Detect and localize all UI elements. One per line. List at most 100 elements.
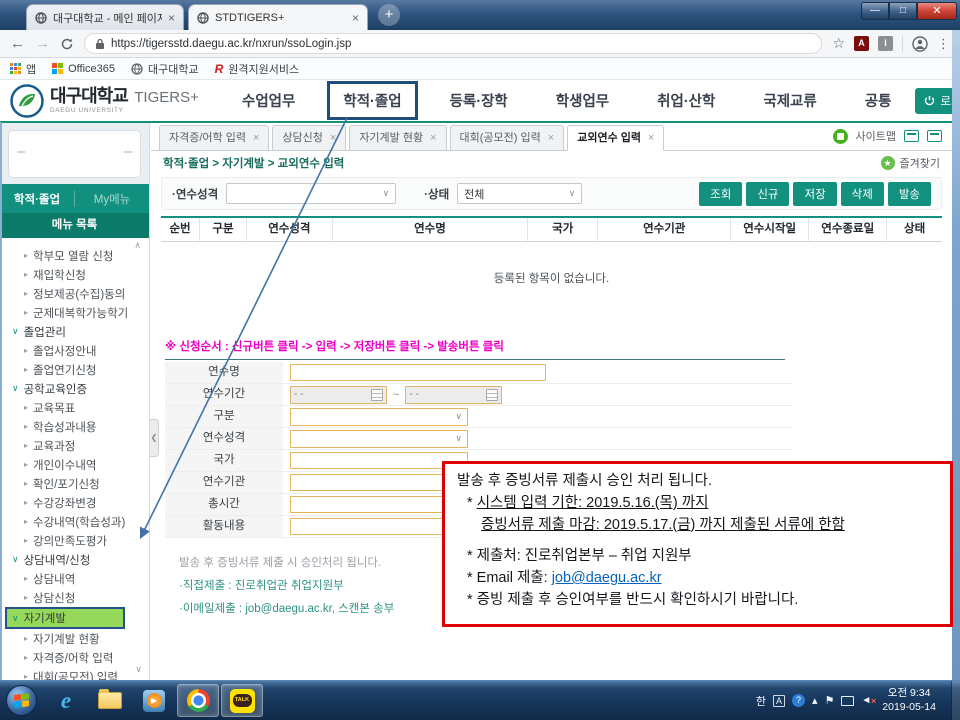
minimize-button[interactable]: — bbox=[861, 2, 889, 20]
category-select[interactable]: ∨ bbox=[290, 408, 468, 426]
close-icon[interactable]: × bbox=[330, 127, 336, 150]
nav-item[interactable]: 취업·산학 bbox=[633, 84, 739, 117]
close-icon[interactable]: × bbox=[253, 127, 259, 150]
sitemap-icon[interactable] bbox=[833, 129, 848, 144]
taskbar-ie-button[interactable]: e bbox=[45, 684, 87, 717]
sidebar-tab-mymenu[interactable]: My메뉴 bbox=[74, 191, 149, 207]
start-date-input[interactable] bbox=[290, 386, 387, 404]
nav-item[interactable]: 수업업무 bbox=[218, 84, 319, 117]
mdi-tab[interactable]: 상담신청 × bbox=[272, 125, 346, 150]
sidebar-menu-item[interactable]: ∨ ▸ 수강강좌변경 bbox=[0, 493, 149, 512]
pdf-extension-icon[interactable]: A bbox=[854, 36, 869, 51]
start-date-value[interactable] bbox=[294, 389, 354, 400]
action-center-flag-icon[interactable]: ⚑ bbox=[825, 694, 835, 707]
action-button[interactable]: 저장 bbox=[793, 182, 836, 206]
ime-lang-indicator[interactable]: A bbox=[773, 695, 785, 707]
nature-form-select[interactable]: ∨ bbox=[290, 430, 468, 448]
action-button[interactable]: 조회 bbox=[699, 182, 742, 206]
window-close-all-icon[interactable] bbox=[927, 130, 942, 142]
sidebar-menu-item[interactable]: ∨ ▸ 상담내역 bbox=[0, 569, 149, 588]
network-icon[interactable] bbox=[841, 696, 854, 706]
browser-tab-daegu-main[interactable]: 대구대학교 - 메인 페이지 × bbox=[26, 4, 184, 30]
close-window-button[interactable]: ✕ bbox=[917, 2, 957, 20]
sidebar-menu-item[interactable]: ∨ ▸ 군제대복학가능학기 bbox=[0, 303, 149, 322]
nav-item[interactable]: 학적·졸업 bbox=[327, 81, 417, 120]
nav-item[interactable]: 국제교류 bbox=[739, 84, 840, 117]
sidebar-menu-item[interactable]: ∨ ▸ 상담내역/신청 bbox=[0, 550, 149, 569]
extension-icon[interactable]: I bbox=[878, 36, 893, 51]
sidebar-menu-item[interactable]: ∨ ▸ 재입학신청 bbox=[0, 265, 149, 284]
sidebar-menu-item[interactable]: ∨ ▸ 졸업관리 bbox=[0, 322, 149, 341]
sitemap-label[interactable]: 사이트맵 bbox=[856, 128, 896, 144]
collapse-up-icon[interactable]: ∧ bbox=[134, 240, 141, 251]
close-icon[interactable]: × bbox=[430, 127, 436, 150]
taskbar-kakaotalk-button[interactable]: TALK bbox=[221, 684, 263, 717]
back-icon[interactable]: ← bbox=[10, 36, 25, 51]
calendar-icon[interactable] bbox=[486, 389, 498, 401]
bookmark-remote-support[interactable]: R 원격지원서비스 bbox=[215, 61, 300, 77]
sidebar-collapse-handle[interactable]: ❮ bbox=[150, 419, 159, 457]
status-select[interactable]: 전체 ∨ bbox=[457, 183, 582, 204]
browser-tab-stdtigers[interactable]: STDTIGERS+ × bbox=[188, 4, 368, 30]
close-icon[interactable]: × bbox=[168, 12, 175, 24]
taskbar-media-button[interactable]: ▶ bbox=[133, 684, 175, 717]
sidebar-menu-item[interactable]: ∨ ▸ 수강내역(학습성과) bbox=[0, 512, 149, 531]
sidebar-menu-item[interactable]: ∨ ▸ 공학교육인증 bbox=[0, 379, 149, 398]
sidebar-menu-item[interactable]: ∨ ▸ 교육목표 bbox=[0, 398, 149, 417]
window-expand-icon[interactable] bbox=[904, 130, 919, 142]
end-date-value[interactable] bbox=[409, 389, 469, 400]
sidebar-menu-item[interactable]: ∨ ▸ 상담신청 bbox=[0, 588, 149, 607]
favorite-button[interactable]: ★ 즐겨찾기 bbox=[881, 155, 940, 171]
nav-item[interactable]: 공통 bbox=[841, 84, 916, 117]
email-link[interactable]: job@daegu.ac.kr bbox=[552, 570, 662, 586]
action-button[interactable]: 발송 bbox=[888, 182, 931, 206]
action-button[interactable]: 신규 bbox=[746, 182, 789, 206]
taskbar-explorer-button[interactable] bbox=[89, 684, 131, 717]
sidebar-menu-item[interactable]: ∨ ▸ 확인/포기신청 bbox=[0, 474, 149, 493]
nav-item[interactable]: 등록·장학 bbox=[426, 84, 532, 117]
sidebar-menu-item[interactable]: ∨ ▸ 개인이수내역 bbox=[0, 455, 149, 474]
address-bar[interactable]: https://tigersstd.daegu.ac.kr/nxrun/ssoL… bbox=[84, 33, 822, 54]
action-button[interactable]: 삭제 bbox=[841, 182, 884, 206]
mdi-tab[interactable]: 교외연수 입력 × bbox=[567, 125, 664, 151]
forward-icon[interactable]: → bbox=[35, 36, 50, 51]
show-desktop-button[interactable] bbox=[951, 681, 960, 720]
nav-item[interactable]: 학생업무 bbox=[532, 84, 633, 117]
calendar-icon[interactable] bbox=[371, 389, 383, 401]
close-icon[interactable]: × bbox=[648, 127, 654, 150]
sidebar-menu-item[interactable]: ∨ ▸ 자기계발 bbox=[7, 609, 123, 627]
mdi-tab[interactable]: 자기계발 현황 × bbox=[349, 125, 446, 150]
close-icon[interactable]: × bbox=[548, 127, 554, 150]
end-date-input[interactable] bbox=[405, 386, 502, 404]
close-icon[interactable]: × bbox=[352, 12, 359, 24]
sidebar-menu-item[interactable]: ∨ ▸ 학부모 열람 신청 bbox=[0, 246, 149, 265]
start-button[interactable] bbox=[6, 685, 37, 716]
bookmark-apps[interactable]: 앱 bbox=[10, 61, 36, 77]
sidebar-menu-item[interactable]: ∨ ▸ 졸업사정안내 bbox=[0, 341, 149, 360]
sidebar-menu-item[interactable]: ∨ ▸ 졸업연기신청 bbox=[0, 360, 149, 379]
sidebar-menu-item[interactable]: ∨ ▸ 정보제공(수집)동의 bbox=[0, 284, 149, 303]
scroll-down-icon[interactable]: ∨ bbox=[135, 664, 142, 675]
volume-muted-icon[interactable]: ◄ bbox=[861, 695, 871, 706]
maximize-button[interactable]: □ bbox=[889, 2, 917, 20]
ime-hangul-indicator[interactable]: 한 bbox=[756, 693, 766, 709]
show-hidden-icons[interactable]: ▴ bbox=[812, 694, 818, 707]
nature-select[interactable]: ∨ bbox=[226, 183, 396, 204]
sidebar-menu-item[interactable]: ∨ ▸ 학습성과내용 bbox=[0, 417, 149, 436]
taskbar-chrome-button[interactable] bbox=[177, 684, 219, 717]
sidebar-menu-item[interactable]: ∨ ▸ 강의만족도평가 bbox=[0, 531, 149, 550]
sidebar-menu-item[interactable]: ∨ ▸ 교육과정 bbox=[0, 436, 149, 455]
university-logo[interactable]: 대구대학교 TIGERS+ DAEGU UNIVERSITY bbox=[10, 84, 218, 118]
help-tray-icon[interactable]: ? bbox=[792, 694, 805, 707]
sidebar-menu-item[interactable]: ∨ ▸ 자격증/어학 입력 bbox=[0, 648, 149, 667]
refresh-icon[interactable] bbox=[60, 37, 74, 51]
sidebar-menu-item[interactable]: ∨ ▸ 자기계발 현황 bbox=[0, 629, 149, 648]
menu-dots-icon[interactable]: ⋮ bbox=[937, 36, 950, 52]
profile-icon[interactable] bbox=[912, 36, 928, 52]
bookmark-office365[interactable]: Office365 bbox=[52, 63, 115, 75]
sidebar-tab-haksa[interactable]: 학적·졸업 bbox=[0, 191, 74, 207]
bookmark-star-icon[interactable]: ☆ bbox=[832, 35, 845, 52]
bookmark-daegu-univ[interactable]: 대구대학교 bbox=[131, 61, 199, 77]
mdi-tab[interactable]: 자격증/어학 입력 × bbox=[159, 125, 269, 150]
taskbar-clock[interactable]: 오전 9:34 2019-05-14 bbox=[882, 687, 936, 713]
